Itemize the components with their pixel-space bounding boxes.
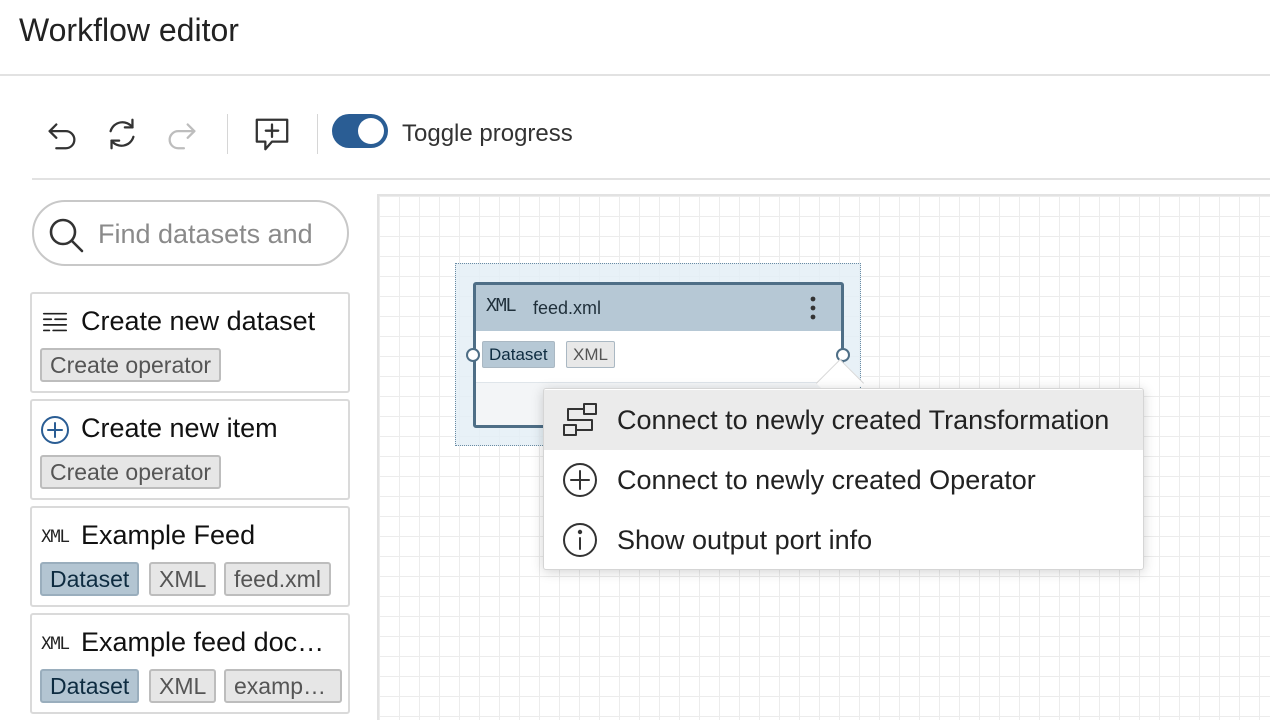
dataset-form-icon — [40, 308, 70, 338]
menu-item-label: Connect to newly created Transformation — [617, 405, 1110, 435]
node-title: feed.xml — [533, 298, 602, 318]
toolbar-separator — [227, 114, 228, 154]
sidebar-card-example-feed[interactable]: XML Example Feed Dataset XML feed.xml — [30, 506, 350, 607]
sidebar-card-create-item[interactable]: Create new item Create operator — [30, 399, 350, 500]
tag-xml: XML — [149, 669, 217, 703]
toolbar-separator — [317, 114, 318, 154]
xml-icon: XML — [486, 295, 516, 316]
menu-item-connect-transformation[interactable]: Connect to newly created Transformation — [544, 390, 1143, 450]
menu-item-show-port-info[interactable]: Show output port info — [544, 510, 1143, 570]
toggle-label: Toggle progress — [402, 120, 573, 147]
sidebar-card-create-dataset[interactable]: Create new dataset Create operator — [30, 292, 350, 393]
plus-circle-icon — [563, 463, 597, 497]
node-header[interactable]: XML feed.xml — [476, 285, 841, 331]
menu-item-connect-operator[interactable]: Connect to newly created Operator — [544, 450, 1143, 510]
node-tag-dataset: Dataset — [482, 341, 555, 368]
tag-filename: examp… — [224, 669, 342, 703]
card-title: Create new item — [81, 413, 278, 443]
tag-dataset: Dataset — [40, 669, 140, 703]
undo-icon[interactable] — [42, 112, 82, 156]
context-menu: Connect to newly created Transformation … — [543, 388, 1144, 570]
node-body: Dataset XML — [476, 331, 841, 383]
xml-icon: XML — [41, 527, 70, 547]
search-box — [32, 200, 349, 266]
redo-icon — [162, 112, 202, 156]
search-icon — [49, 218, 84, 253]
tag-filename: feed.xml — [224, 562, 331, 596]
search-input[interactable] — [98, 216, 338, 252]
tag-create-operator: Create operator — [40, 348, 222, 382]
tag-xml: XML — [149, 562, 217, 596]
transformation-icon — [563, 403, 597, 436]
menu-item-label: Connect to newly created Operator — [617, 465, 1036, 495]
tag-dataset: Dataset — [40, 562, 140, 596]
card-title: Example feed doc… — [81, 627, 325, 657]
tag-create-operator: Create operator — [40, 455, 222, 489]
plus-circle-icon — [40, 415, 70, 445]
progress-toggle[interactable] — [332, 114, 388, 148]
info-icon — [563, 523, 597, 557]
app-header: Workflow editor — [0, 0, 1270, 76]
card-title: Create new dataset — [81, 306, 316, 336]
toggle-knob — [358, 118, 384, 144]
add-note-icon[interactable] — [252, 112, 292, 156]
menu-item-label: Show output port info — [617, 525, 873, 555]
sidebar-card-example-feed-doc[interactable]: XML Example feed doc… Dataset XML examp… — [30, 613, 350, 714]
toolbar: Toggle progress — [32, 100, 1270, 180]
card-title: Example Feed — [81, 520, 256, 550]
node-tag-xml: XML — [566, 341, 615, 368]
input-port[interactable] — [466, 348, 480, 362]
xml-icon: XML — [41, 634, 70, 654]
more-vertical-icon[interactable] — [803, 294, 823, 322]
page-title: Workflow editor — [19, 12, 239, 48]
reset-icon[interactable] — [102, 112, 142, 156]
